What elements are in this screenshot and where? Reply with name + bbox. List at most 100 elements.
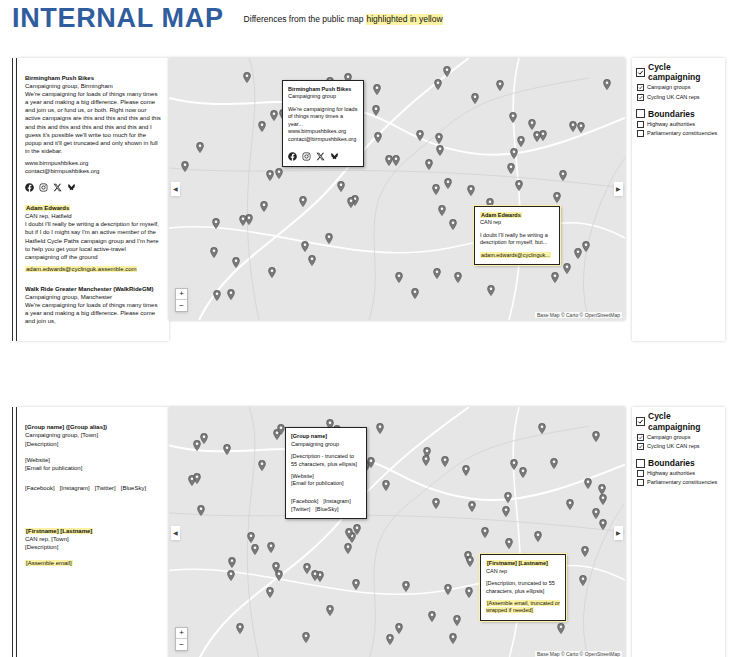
map-pin-icon[interactable] (528, 119, 536, 130)
map-pin-icon[interactable] (444, 178, 452, 189)
layer-toggle[interactable]: Parliamentary constituencies (636, 479, 721, 486)
map-pin-icon[interactable] (432, 498, 440, 509)
map-pin-icon[interactable] (266, 170, 274, 181)
map-pin-icon[interactable] (236, 623, 244, 634)
map-pin-icon[interactable] (428, 611, 436, 622)
map-pin-icon[interactable] (422, 455, 430, 466)
map-pin-icon[interactable] (592, 508, 600, 519)
map-pin-icon[interactable] (496, 80, 504, 91)
link-text[interactable]: adam.edwards@cyclinguk... (480, 252, 554, 259)
layer-group-toggle[interactable]: Boundaries (636, 109, 721, 119)
map-pin-icon[interactable] (196, 142, 204, 153)
map-pin-icon[interactable] (352, 579, 360, 590)
map-pin-icon[interactable] (550, 458, 558, 469)
map-pin-icon[interactable] (210, 247, 218, 258)
map-pin-icon[interactable] (275, 168, 283, 179)
map-pin-icon[interactable] (471, 93, 479, 104)
social-link[interactable]: [Facebook] (291, 497, 318, 505)
map-pin-icon[interactable] (551, 272, 559, 283)
social-link[interactable]: [Instagram] (323, 497, 351, 505)
layer-toggle[interactable]: Campaign groups (636, 84, 721, 91)
map-pin-icon[interactable] (181, 161, 189, 172)
bluesky-icon[interactable] (330, 152, 339, 161)
map-pin-icon[interactable] (372, 105, 380, 116)
map-pin-icon[interactable] (197, 505, 205, 516)
map-pin-icon[interactable] (385, 155, 393, 166)
map-pin-icon[interactable] (582, 241, 590, 252)
map-pin-icon[interactable] (509, 112, 517, 123)
checkbox[interactable] (637, 84, 644, 91)
map-pin-icon[interactable] (347, 197, 355, 208)
map-pin-icon[interactable] (213, 290, 221, 301)
map-pin-icon[interactable] (579, 575, 587, 586)
map-pin-icon[interactable] (243, 72, 251, 83)
link-text[interactable]: [Website] (25, 456, 161, 464)
checkbox[interactable] (637, 443, 644, 450)
map-pin-icon[interactable] (425, 159, 433, 170)
map-pin-icon[interactable] (258, 121, 266, 132)
map-pin-icon[interactable] (434, 79, 442, 90)
map[interactable]: ◀▶+−Base Map © Carto © OpenStreetMap[Gro… (169, 407, 625, 657)
map[interactable]: ◀▶+−Base Map © Carto © OpenStreetMapBirm… (169, 58, 625, 320)
layer-group-toggle[interactable]: Boundaries (636, 458, 721, 468)
map-pin-icon[interactable] (443, 66, 451, 77)
map-pin-icon[interactable] (301, 241, 309, 252)
map-pin-icon[interactable] (559, 170, 567, 181)
map-pin-icon[interactable] (193, 440, 201, 451)
map-pin-icon[interactable] (433, 268, 441, 279)
checkbox[interactable] (636, 68, 645, 77)
map-pin-icon[interactable] (467, 185, 475, 196)
map-pin-icon[interactable] (454, 272, 462, 283)
map-pin-icon[interactable] (227, 289, 235, 300)
map-pin-icon[interactable] (376, 423, 384, 434)
map-pin-icon[interactable] (449, 219, 457, 230)
facebook-icon[interactable] (288, 152, 297, 161)
map-pin-icon[interactable] (395, 623, 403, 634)
map-pin-icon[interactable] (462, 465, 470, 476)
link-text[interactable]: www.birmpushbikes.org (288, 128, 358, 135)
group-entry[interactable]: [Group name] ([Group alias])Campaigning … (25, 423, 161, 492)
social-link[interactable]: [BlueSky] (315, 505, 338, 513)
map-pin-icon[interactable] (569, 121, 577, 132)
rep-entry[interactable]: [Firstname] [Lastname]CAN rep, [Town][De… (25, 527, 161, 567)
map-pin-icon[interactable] (592, 431, 600, 442)
map-pin-icon[interactable] (411, 288, 419, 299)
map-pin-icon[interactable] (449, 633, 457, 644)
social-link[interactable]: [BlueSky] (121, 484, 146, 493)
layer-toggle[interactable]: Highway authorities (636, 121, 721, 128)
map-pin-icon[interactable] (553, 192, 561, 203)
collapse-sidebar-button[interactable]: ◀ (171, 526, 180, 540)
map-pin-icon[interactable] (435, 133, 443, 144)
map-pin-icon[interactable] (566, 499, 574, 510)
social-link[interactable]: [Facebook] (25, 484, 55, 493)
collapse-layers-button[interactable]: ▶ (614, 182, 623, 196)
map-pin-icon[interactable] (599, 519, 607, 530)
instagram-icon[interactable] (39, 183, 48, 192)
checkbox[interactable] (637, 434, 644, 441)
map-pin-icon[interactable] (534, 531, 542, 542)
map-pin-icon[interactable] (374, 132, 382, 143)
layer-group-toggle[interactable]: Cycle campaigning (636, 411, 721, 431)
map-pin-icon[interactable] (260, 201, 268, 212)
map-pin-icon[interactable] (432, 184, 440, 195)
group-entry[interactable]: Birmingham Push BikesCampaigning group, … (25, 74, 161, 192)
map-pin-icon[interactable] (519, 467, 527, 478)
map-pin-icon[interactable] (223, 444, 231, 455)
map-pin-icon[interactable] (239, 215, 247, 226)
checkbox[interactable] (637, 470, 644, 477)
link-text[interactable]: [Email for publication] (291, 480, 361, 487)
facebook-icon[interactable] (25, 183, 34, 192)
map-pin-icon[interactable] (584, 478, 592, 489)
map-pin-icon[interactable] (507, 163, 515, 174)
map-pin-icon[interactable] (598, 484, 606, 495)
map-pin-icon[interactable] (268, 267, 276, 278)
map-pin-icon[interactable] (392, 155, 400, 166)
link-text[interactable]: contact@birmpushbikes.org (288, 136, 358, 143)
map-pin-icon[interactable] (416, 130, 424, 141)
map-pin-icon[interactable] (453, 615, 461, 626)
checkbox[interactable] (637, 121, 644, 128)
social-link[interactable]: [Instagram] (60, 484, 90, 493)
map-pin-icon[interactable] (353, 524, 361, 535)
map-pin-icon[interactable] (468, 501, 476, 512)
map-pin-icon[interactable] (563, 263, 571, 274)
